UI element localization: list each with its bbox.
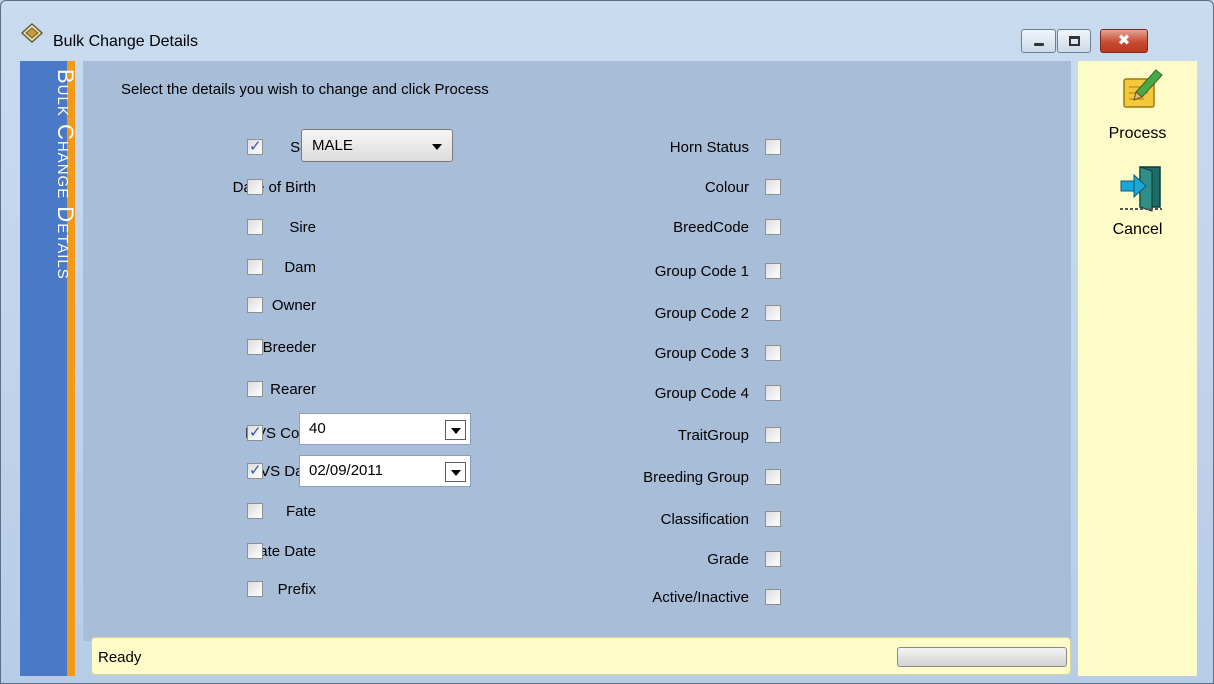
breedcode-checkbox[interactable] [765,219,781,235]
fate-label: Fate [285,503,316,520]
classification-label: Classification [660,511,749,528]
details-panel: Select the details you wish to change an… [83,61,1071,641]
maximize-icon [1069,36,1080,46]
minimize-button[interactable] [1021,29,1056,53]
colour-label: Colour [704,179,749,196]
progress-bar [897,647,1067,667]
process-label: Process [1108,125,1167,142]
dvs-code-value: 40 [309,420,326,437]
traitgroup-checkbox[interactable] [765,427,781,443]
sex-checkbox[interactable] [247,137,263,155]
title-bar[interactable]: Bulk Change Details ✖ [1,1,1213,59]
status-text: Ready [98,649,142,666]
cancel-label: Cancel [1112,221,1163,238]
group-code-1-label: Group Code 1 [654,263,749,280]
group-code-4-checkbox[interactable] [765,385,781,401]
status-bar: Ready [91,637,1071,675]
date-of-birth-label: Date of Birth [232,179,316,196]
sire-label: Sire [289,219,316,236]
cancel-button[interactable]: Cancel [1078,161,1197,251]
fate-checkbox[interactable] [247,503,263,519]
prefix-checkbox[interactable] [247,581,263,597]
group-code-3-checkbox[interactable] [765,345,781,361]
sire-checkbox[interactable] [247,219,263,235]
group-code-3-label: Group Code 3 [654,345,749,362]
dvs-code-combo[interactable]: 40 [299,413,471,445]
active-inactive-checkbox[interactable] [765,589,781,605]
side-banner: Bulk Change Details [20,61,78,676]
minimize-icon [1034,43,1044,46]
maximize-button[interactable] [1057,29,1091,53]
colour-checkbox[interactable] [765,179,781,195]
exit-door-icon [1120,166,1162,212]
dvs-date-value: 02/09/2011 [309,462,383,479]
fate-date-checkbox[interactable] [247,543,263,559]
dam-label: Dam [284,259,316,276]
group-code-2-checkbox[interactable] [765,305,781,321]
rearer-label: Rearer [270,381,316,398]
group-code-1-checkbox[interactable] [765,263,781,279]
breeder-label: Breeder [262,339,316,356]
window-title: Bulk Change Details [53,33,198,50]
close-icon: ✖ [1117,31,1131,49]
active-inactive-label: Active/Inactive [652,589,749,606]
group-code-2-label: Group Code 2 [654,305,749,322]
grade-checkbox[interactable] [765,551,781,567]
chevron-down-icon[interactable] [445,420,466,440]
shield-diamond-icon [21,23,43,43]
breeder-checkbox[interactable] [247,339,263,355]
breedcode-label: BreedCode [673,219,749,236]
prefix-label: Prefix [277,581,316,598]
breeding-group-checkbox[interactable] [765,469,781,485]
horn-status-label: Horn Status [669,139,749,156]
process-button[interactable]: Process [1078,61,1197,157]
rearer-checkbox[interactable] [247,381,263,397]
owner-checkbox[interactable] [247,297,263,313]
dam-checkbox[interactable] [247,259,263,275]
grade-label: Grade [707,551,749,568]
horn-status-checkbox[interactable] [765,139,781,155]
classification-checkbox[interactable] [765,511,781,527]
sex-value: MALE [312,137,353,154]
dvs-code-checkbox[interactable] [247,423,263,441]
dvs-date-picker[interactable]: 02/09/2011 [299,455,471,487]
group-code-4-label: Group Code 4 [654,385,749,402]
action-panel: Process Cancel [1078,61,1197,676]
calendar-dropdown-icon[interactable] [445,462,466,482]
notepad-pencil-icon [1123,69,1163,108]
owner-label: Owner [271,297,316,314]
side-banner-title: Bulk Change Details [53,69,78,280]
instruction-text: Select the details you wish to change an… [121,81,489,98]
breeding-group-label: Breeding Group [643,469,749,486]
traitgroup-label: TraitGroup [677,427,749,444]
date-of-birth-checkbox[interactable] [247,179,263,195]
dvs-date-checkbox[interactable] [247,461,263,479]
bulk-change-window: Bulk Change Details ✖ Bulk Change Detail… [0,0,1214,684]
sex-dropdown[interactable]: MALE [301,129,453,162]
close-button[interactable]: ✖ [1100,29,1148,53]
chevron-down-icon [432,144,442,150]
